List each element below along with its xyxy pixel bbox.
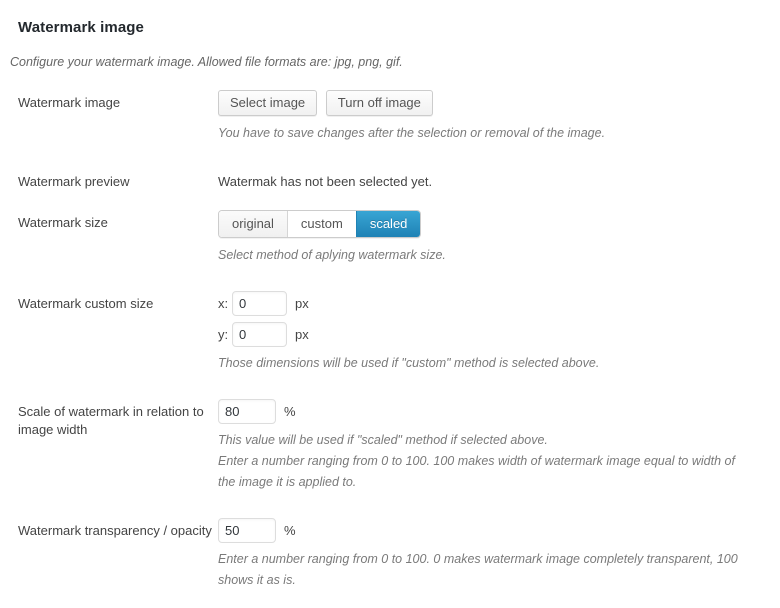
label-watermark-scale: Scale of watermark in relation to image … — [18, 404, 204, 437]
watermark-settings-page: Watermark image Configure your watermark… — [0, 0, 780, 608]
scale-input-line: % — [218, 399, 764, 424]
custom-size-y-input[interactable] — [232, 322, 287, 347]
custom-size-x-line: x: px — [218, 291, 764, 316]
description-watermark-transparency: Enter a number ranging from 0 to 100. 0 … — [218, 552, 738, 587]
watermark-size-option-custom[interactable]: custom — [286, 211, 356, 237]
row-watermark-image: Watermark image Select image Turn off im… — [0, 88, 780, 144]
description-watermark-image: You have to save changes after the selec… — [218, 126, 606, 140]
description-watermark-scale-line2: Enter a number ranging from 0 to 100. 10… — [218, 454, 735, 489]
label-watermark-preview: Watermark preview — [18, 174, 130, 189]
row-spacer — [0, 374, 780, 397]
watermark-size-segmented-control[interactable]: original custom scaled — [218, 210, 422, 238]
watermark-scale-input[interactable] — [218, 399, 276, 424]
watermark-preview-status: Watermak has not been selected yet. — [218, 174, 433, 189]
turn-off-image-button[interactable]: Turn off image — [325, 90, 433, 116]
watermark-transparency-unit: % — [284, 523, 296, 538]
row-watermark-size: Watermark size original custom scaled Se… — [0, 208, 780, 266]
row-watermark-custom-size: Watermark custom size x: px y: px Those … — [0, 289, 780, 374]
custom-size-x-input[interactable] — [232, 291, 287, 316]
transparency-input-line: % — [218, 518, 764, 543]
custom-size-x-unit: px — [295, 296, 309, 311]
field-watermark-custom-size: x: px y: px Those dimensions will be use… — [218, 289, 780, 374]
custom-size-y-unit: px — [295, 327, 309, 342]
description-watermark-scale: This value will be used if "scaled" meth… — [218, 430, 738, 493]
label-watermark-transparency: Watermark transparency / opacity — [18, 523, 212, 538]
watermark-size-option-original[interactable]: original — [219, 211, 287, 237]
row-watermark-preview: Watermark preview Watermak has not been … — [0, 167, 780, 191]
page-description: Configure your watermark image. Allowed … — [10, 55, 403, 69]
row-spacer — [0, 493, 780, 516]
row-watermark-transparency: Watermark transparency / opacity % Enter… — [0, 516, 780, 591]
label-watermark-custom-size: Watermark custom size — [18, 296, 154, 311]
field-watermark-image: Select image Turn off image You have to … — [218, 88, 780, 144]
row-spacer — [0, 266, 780, 289]
field-watermark-scale: % This value will be used if "scaled" me… — [218, 397, 780, 493]
field-watermark-preview: Watermak has not been selected yet. — [218, 167, 780, 189]
field-watermark-size: original custom scaled Select method of … — [218, 208, 780, 266]
custom-size-y-key: y: — [218, 327, 229, 342]
description-watermark-scale-line1: This value will be used if "scaled" meth… — [218, 433, 548, 447]
page-title: Watermark image — [18, 19, 144, 36]
label-watermark-size: Watermark size — [18, 215, 108, 230]
description-watermark-custom-size: Those dimensions will be used if "custom… — [218, 356, 600, 370]
description-watermark-size: Select method of aplying watermark size. — [218, 248, 446, 262]
custom-size-y-line: y: px — [218, 322, 764, 347]
row-spacer — [0, 144, 780, 167]
watermark-size-option-scaled[interactable]: scaled — [355, 211, 421, 237]
row-spacer — [0, 191, 780, 208]
watermark-transparency-input[interactable] — [218, 518, 276, 543]
select-image-button[interactable]: Select image — [218, 90, 318, 116]
settings-form-table: Watermark image Select image Turn off im… — [0, 88, 780, 591]
row-watermark-scale: Scale of watermark in relation to image … — [0, 397, 780, 493]
field-watermark-transparency: % Enter a number ranging from 0 to 100. … — [218, 516, 780, 591]
label-watermark-image: Watermark image — [18, 95, 121, 110]
watermark-scale-unit: % — [284, 404, 296, 419]
custom-size-x-key: x: — [218, 296, 229, 311]
